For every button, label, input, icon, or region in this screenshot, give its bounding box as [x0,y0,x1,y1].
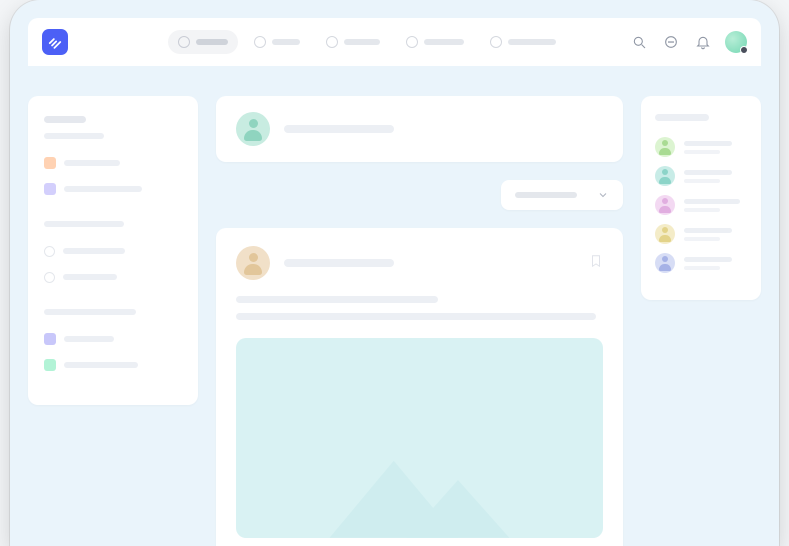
nav-icon [178,36,190,48]
contact-status: status [684,237,720,241]
post-text-line: Post body line one placeholder [236,296,438,303]
bell-icon[interactable] [693,32,713,52]
contact-name: Contact 4 [684,228,732,233]
contact-item[interactable]: Contact 5 status [655,253,747,273]
bookmark-icon[interactable] [589,253,603,273]
contact-name: Contact 2 [684,170,732,175]
sort-label: Sort by [515,192,577,198]
sidebar-section-c: Section C Item C1 Item C2 [44,309,182,375]
topbar: Home Item 2 Item 3 Item 4 Item 5 [28,18,761,66]
nav-item-1[interactable]: Home [168,30,238,54]
sidebar-item-label: Item C1 [64,336,114,342]
sidebar-item-label: Item C2 [64,362,138,368]
contact-item[interactable]: Contact 1 status [655,137,747,157]
top-nav: Home Item 2 Item 3 Item 4 Item 5 [168,30,566,54]
sidebar-item[interactable]: Item A2 [44,179,182,199]
logo-icon [48,35,62,49]
sidebar-item[interactable]: Item C1 [44,329,182,349]
ring-icon [44,246,55,257]
sidebar-item-label: Item B2 [63,274,117,280]
nav-item-5[interactable]: Item 5 [480,30,566,54]
nav-icon [254,36,266,48]
composer-avatar [236,112,270,146]
contact-name: Contact 1 [684,141,732,146]
chat-icon[interactable] [661,32,681,52]
nav-item-2[interactable]: Item 2 [244,30,310,54]
nav-icon [406,36,418,48]
nav-icon [490,36,502,48]
sort-dropdown[interactable]: Sort by [501,180,623,210]
sidebar-subheading [44,133,104,139]
contact-avatar [655,137,675,157]
contact-avatar [655,253,675,273]
ring-icon [44,272,55,283]
sidebar-section-a: Section A Item A1 Item A2 [44,116,182,199]
post-author-avatar[interactable] [236,246,270,280]
sidebar-heading: Section C [44,309,136,315]
post-card: User name Post body line one placeholder… [216,228,623,546]
sidebar-item[interactable]: Item B1 [44,241,182,261]
sidebar-section-b: Section B Item B1 Item B2 [44,221,182,287]
post-text-line: Post body line two placeholder [236,313,596,320]
post-author-name[interactable]: User name [284,259,394,267]
sidebar-heading: Section A [44,116,86,123]
composer-input[interactable]: Write something… [284,125,394,133]
post-body: Post body line one placeholder Post body… [236,296,603,320]
contact-status: status [684,266,720,270]
sidebar-item[interactable]: Item B2 [44,267,182,287]
device-frame: Home Item 2 Item 3 Item 4 Item 5 [10,0,779,546]
sort-row: Sort by [216,180,623,210]
post-media[interactable] [236,338,603,538]
user-avatar[interactable] [725,31,747,53]
sidebar-item-label: Item B1 [63,248,125,254]
post-header: User name [236,246,603,280]
app-logo[interactable] [42,29,68,55]
sidebar-item[interactable]: Item C2 [44,355,182,375]
sidebar-heading: Section B [44,221,124,227]
contact-avatar [655,195,675,215]
nav-label: Item 2 [272,39,300,45]
composer-card: Write something… [216,96,623,162]
sidebar-item-label: Item A2 [64,186,142,192]
sidebar-item[interactable]: Item A1 [44,153,182,173]
bullet-icon [44,333,56,345]
nav-label: Item 3 [344,39,380,45]
contact-status: status [684,208,720,212]
contact-avatar [655,166,675,186]
nav-item-4[interactable]: Item 4 [396,30,474,54]
contact-name: Contact 3 [684,199,740,204]
contact-name: Contact 5 [684,257,732,262]
bullet-icon [44,183,56,195]
contact-avatar [655,224,675,244]
topbar-actions [629,31,747,53]
status-dot [740,46,748,54]
sidebar-item-label: Item A1 [64,160,120,166]
image-placeholder-icon [236,435,603,538]
feed-column: Write something… Sort by [216,96,623,546]
nav-label: Item 5 [508,39,556,45]
nav-icon [326,36,338,48]
left-sidebar: Section A Item A1 Item A2 Section B [28,96,198,405]
app-root: Home Item 2 Item 3 Item 4 Item 5 [28,18,761,546]
nav-label: Item 4 [424,39,464,45]
nav-item-3[interactable]: Item 3 [316,30,390,54]
right-panel: Contacts Contact 1 status Contact 2 stat… [641,96,761,300]
chevron-down-icon [597,186,609,205]
contact-item[interactable]: Contact 3 status [655,195,747,215]
contact-status: status [684,179,720,183]
contact-item[interactable]: Contact 4 status [655,224,747,244]
contact-item[interactable]: Contact 2 status [655,166,747,186]
contacts-heading: Contacts [655,114,709,121]
bullet-icon [44,157,56,169]
contact-status: status [684,150,720,154]
page-body: Section A Item A1 Item A2 Section B [28,66,761,546]
nav-label: Home [196,39,228,45]
bullet-icon [44,359,56,371]
search-icon[interactable] [629,32,649,52]
